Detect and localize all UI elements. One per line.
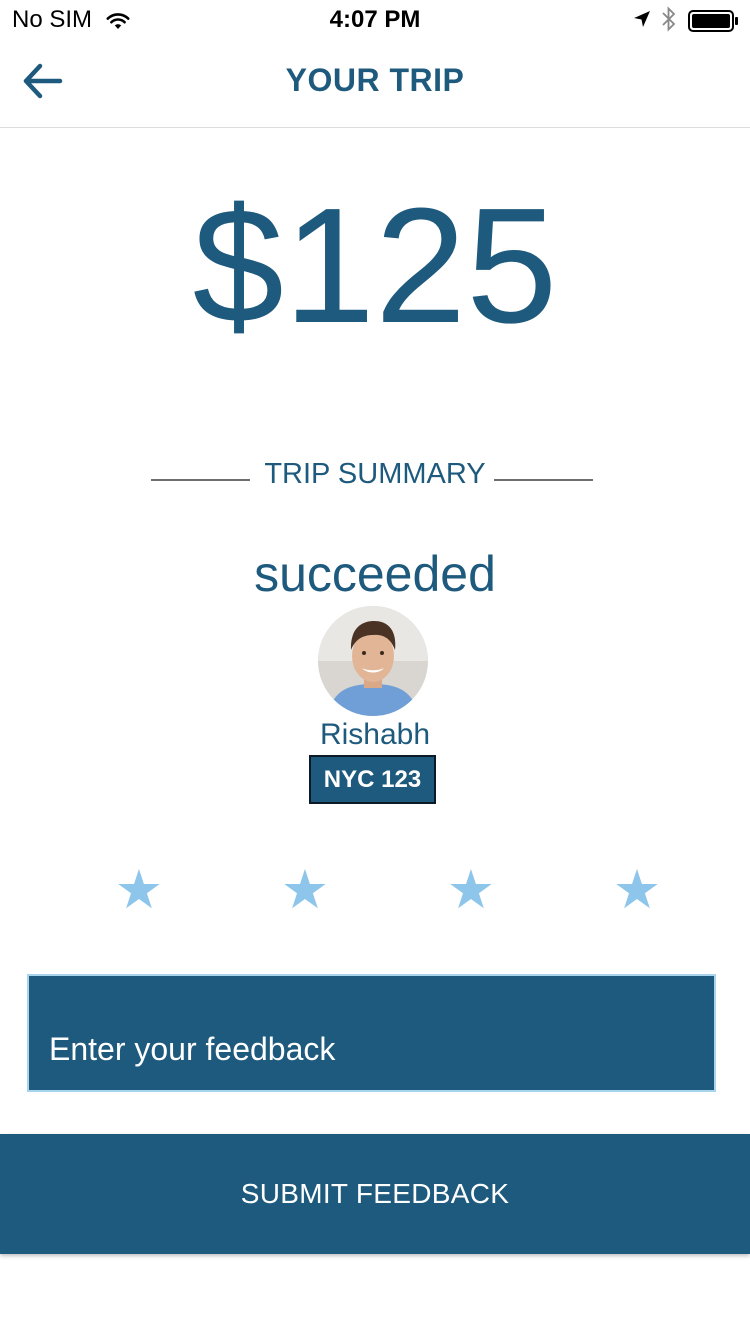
driver-name: Rishabh	[319, 718, 431, 751]
trip-summary-heading: TRIP SUMMARY	[264, 458, 486, 490]
trip-price: $125	[192, 174, 558, 357]
trip-status: succeeded	[254, 546, 496, 602]
page-title: YOUR TRIP	[285, 62, 465, 98]
feedback-input[interactable]	[27, 974, 716, 1092]
rating-star-3[interactable]: ★	[443, 862, 499, 918]
rating-star-4[interactable]: ★	[609, 862, 665, 918]
license-plate-badge: NYC 123	[309, 755, 436, 804]
battery-icon	[688, 10, 740, 39]
location-arrow-icon	[632, 8, 652, 36]
rating-star-2[interactable]: ★	[277, 862, 333, 918]
driver-avatar	[318, 606, 428, 716]
rating-star-1[interactable]: ★	[111, 862, 167, 918]
divider-right	[494, 479, 593, 481]
bluetooth-icon	[661, 6, 677, 39]
submit-feedback-button[interactable]: SUBMIT FEEDBACK	[0, 1134, 750, 1254]
status-bar: No SIM 4:07 PM	[0, 0, 750, 40]
nav-bar: YOUR TRIP	[0, 40, 750, 128]
